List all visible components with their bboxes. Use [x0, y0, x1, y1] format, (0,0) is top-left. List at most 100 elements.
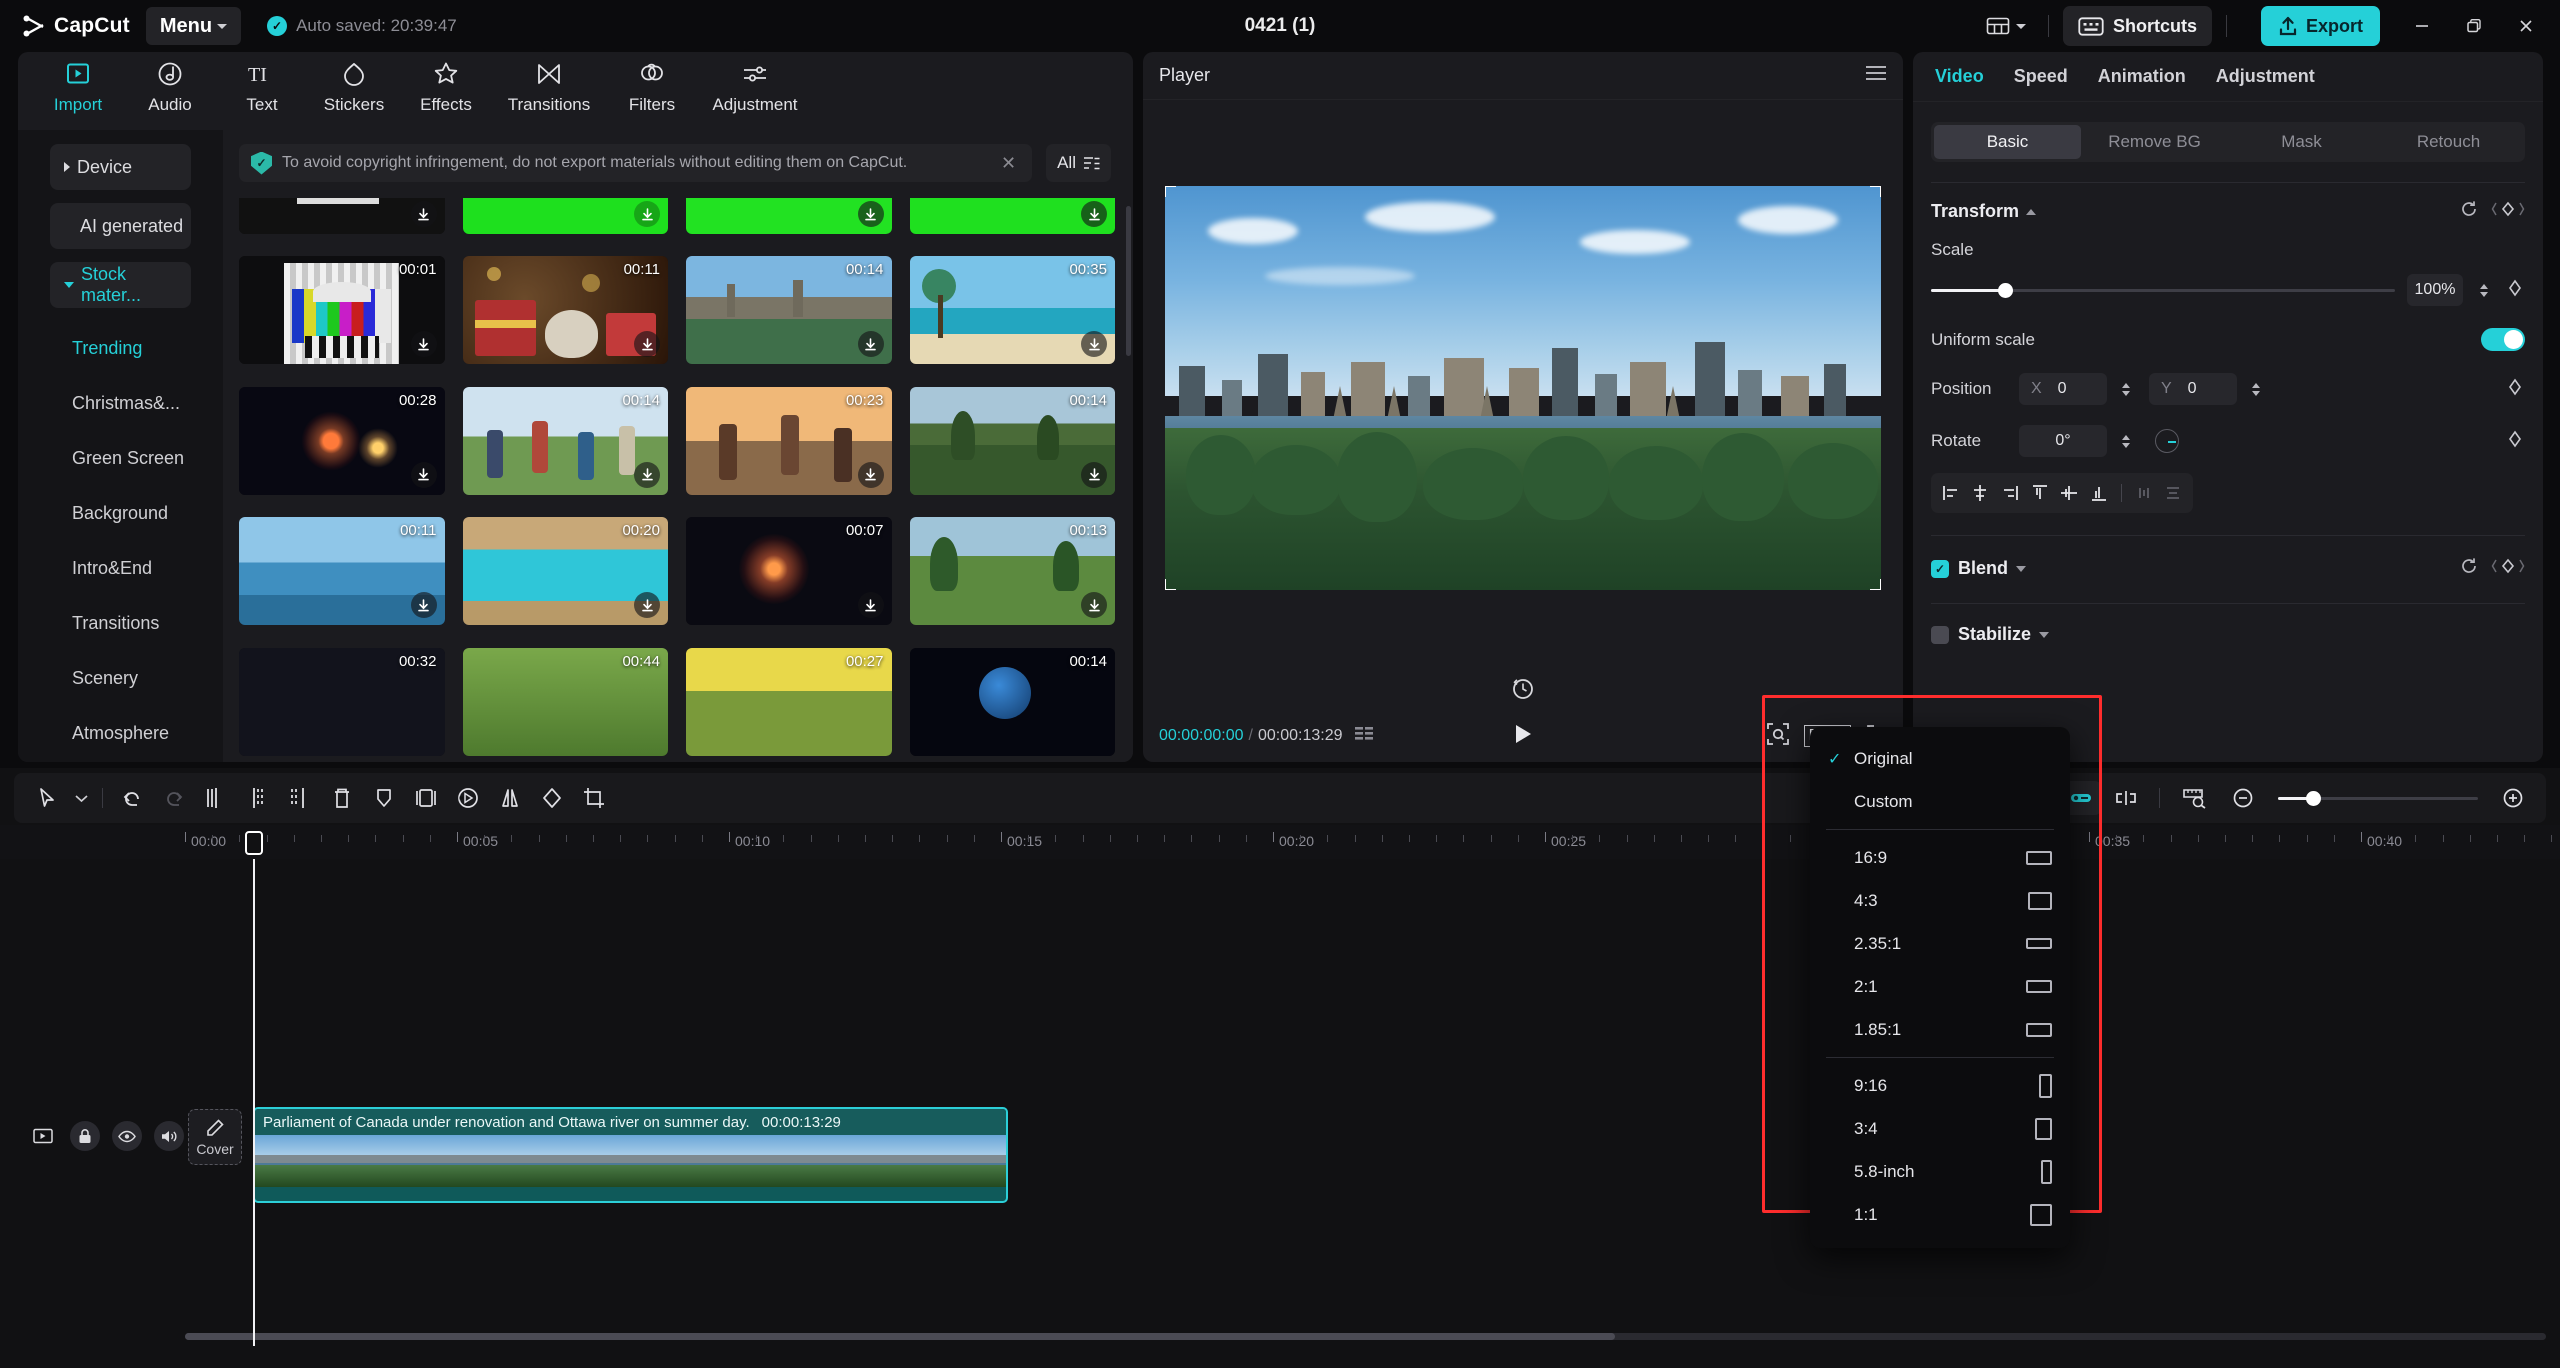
sidebar-item-background[interactable]: Background	[18, 486, 223, 541]
segment-basic[interactable]: Basic	[1934, 125, 2081, 159]
rotate-stepper[interactable]	[2117, 434, 2135, 448]
download-icon[interactable]	[857, 331, 884, 358]
tool-tab-effects[interactable]: Effects	[402, 52, 490, 115]
media-card[interactable]: 00:14	[909, 386, 1115, 495]
scale-slider[interactable]	[1931, 282, 2395, 298]
shortcuts-button[interactable]: Shortcuts	[2062, 6, 2212, 46]
layout-button[interactable]	[1978, 7, 2034, 45]
tool-tab-audio[interactable]: Audio	[126, 52, 214, 115]
ratio-option-3-4[interactable]: 3:4	[1810, 1107, 2070, 1150]
download-icon[interactable]	[857, 461, 884, 488]
crop-frame-icon[interactable]	[405, 779, 447, 817]
download-icon[interactable]	[857, 592, 884, 619]
segment-mask[interactable]: Mask	[2228, 125, 2375, 159]
close-icon[interactable]: ✕	[997, 153, 1020, 174]
chevron-up-icon[interactable]	[2026, 208, 2037, 215]
timeline-ruler[interactable]: 00:0000:0500:1000:1500:2000:2500:3000:35…	[0, 825, 2560, 859]
redo-icon[interactable]	[153, 779, 195, 817]
ratio-option-1-1[interactable]: 1:1	[1810, 1193, 2070, 1236]
sidebar-item-trending[interactable]: Trending	[18, 321, 223, 376]
crop-handle-bottom-left[interactable]	[1165, 579, 1176, 590]
play-button[interactable]	[1512, 722, 1534, 751]
distribute-vertical-icon[interactable]	[2159, 478, 2187, 508]
keyframe-icon[interactable]	[2491, 557, 2525, 580]
keyframe-icon[interactable]	[2491, 200, 2525, 223]
media-card[interactable]: 00:44	[462, 647, 668, 756]
media-card[interactable]: 00:14	[462, 386, 668, 495]
blend-checkbox[interactable]: ✓	[1931, 559, 1949, 578]
sidebar-item-christmas[interactable]: Christmas&...	[18, 376, 223, 431]
media-card[interactable]: 00:07	[686, 517, 892, 626]
snap-icon[interactable]	[2105, 779, 2147, 817]
tool-tab-import[interactable]: Import	[34, 52, 122, 115]
sidebar-item-stock-materials[interactable]: Stock mater...	[50, 262, 191, 308]
download-icon[interactable]	[857, 201, 884, 227]
position-keyframe-icon[interactable]	[2505, 378, 2525, 401]
scale-value[interactable]: 100%	[2407, 274, 2463, 306]
media-scrollbar[interactable]	[1126, 206, 1131, 356]
media-card[interactable]: 00:23	[686, 386, 892, 495]
download-icon[interactable]	[1081, 461, 1107, 488]
trim-end-icon[interactable]	[279, 779, 321, 817]
sidebar-item-device[interactable]: Device	[50, 144, 191, 190]
reset-icon[interactable]	[2459, 199, 2479, 224]
undo-icon[interactable]	[111, 779, 153, 817]
position-y-field[interactable]: Y 0	[2149, 373, 2237, 405]
rotate-value[interactable]: 0°	[2019, 425, 2107, 457]
segment-remove-bg[interactable]: Remove BG	[2081, 125, 2228, 159]
ratio-option-5-8-inch[interactable]: 5.8-inch	[1810, 1150, 2070, 1193]
download-icon[interactable]	[1081, 592, 1107, 619]
media-card[interactable]	[239, 198, 445, 234]
video-preview[interactable]	[1165, 186, 1881, 590]
tab-speed[interactable]: Speed	[2014, 66, 2068, 87]
reset-icon[interactable]	[2459, 556, 2479, 581]
download-icon[interactable]	[634, 592, 660, 619]
cover-button[interactable]: Cover	[188, 1109, 242, 1165]
media-card[interactable]: 00:13	[909, 517, 1115, 626]
download-icon[interactable]	[410, 592, 437, 619]
freeze-frame-icon[interactable]	[447, 779, 489, 817]
media-card[interactable]: 00:32	[239, 647, 445, 756]
download-icon[interactable]	[410, 331, 437, 358]
measure-icon[interactable]	[2172, 779, 2218, 817]
ratio-option-9-16[interactable]: 9:16	[1810, 1064, 2070, 1107]
media-card[interactable]: 00:01	[239, 256, 445, 365]
align-center-horizontal-icon[interactable]	[1967, 478, 1995, 508]
align-middle-icon[interactable]	[2056, 478, 2084, 508]
position-x-field[interactable]: X 0	[2019, 373, 2107, 405]
media-card[interactable]: 00:14	[909, 647, 1115, 756]
tool-tab-adjustment[interactable]: Adjustment	[700, 52, 810, 115]
trim-start-icon[interactable]	[237, 779, 279, 817]
chevron-down-icon[interactable]	[2016, 565, 2027, 572]
ratio-option-2-1[interactable]: 2:1	[1810, 965, 2070, 1008]
sidebar-item-intro-end[interactable]: Intro&End	[18, 541, 223, 596]
split-icon[interactable]	[195, 779, 237, 817]
mirror-icon[interactable]	[489, 779, 531, 817]
playhead[interactable]	[245, 831, 263, 1346]
fit-screen-icon[interactable]	[1766, 722, 1790, 751]
reset-rotation-button[interactable]	[1508, 674, 1538, 704]
media-card[interactable]: 00:35	[909, 256, 1115, 365]
player-menu-icon[interactable]	[1865, 65, 1887, 86]
lock-icon[interactable]	[70, 1121, 100, 1151]
ratio-option-2-35-1[interactable]: 2.35:1	[1810, 922, 2070, 965]
ratio-option-custom[interactable]: Custom	[1810, 780, 2070, 823]
crop-handle-bottom-right[interactable]	[1870, 579, 1881, 590]
download-icon[interactable]	[634, 201, 660, 227]
media-card[interactable]: 00:14	[686, 256, 892, 365]
tool-tab-transitions[interactable]: Transitions	[494, 52, 604, 115]
filter-all-button[interactable]: All	[1046, 144, 1111, 182]
media-card[interactable]: 00:11	[462, 256, 668, 365]
timeline-zoom-slider[interactable]	[2278, 790, 2478, 806]
align-left-icon[interactable]	[1937, 478, 1965, 508]
delete-icon[interactable]	[321, 779, 363, 817]
timeline-horizontal-scrollbar[interactable]	[185, 1333, 2546, 1340]
export-button[interactable]: Export	[2260, 6, 2380, 46]
zoom-in-icon[interactable]	[2492, 779, 2534, 817]
media-card[interactable]: 00:11	[239, 517, 445, 626]
align-top-icon[interactable]	[2026, 478, 2054, 508]
crop-handle-top-left[interactable]	[1165, 186, 1176, 197]
tool-dropdown-icon[interactable]	[68, 779, 94, 817]
uniform-scale-toggle[interactable]	[2481, 328, 2525, 351]
align-bottom-icon[interactable]	[2085, 478, 2113, 508]
